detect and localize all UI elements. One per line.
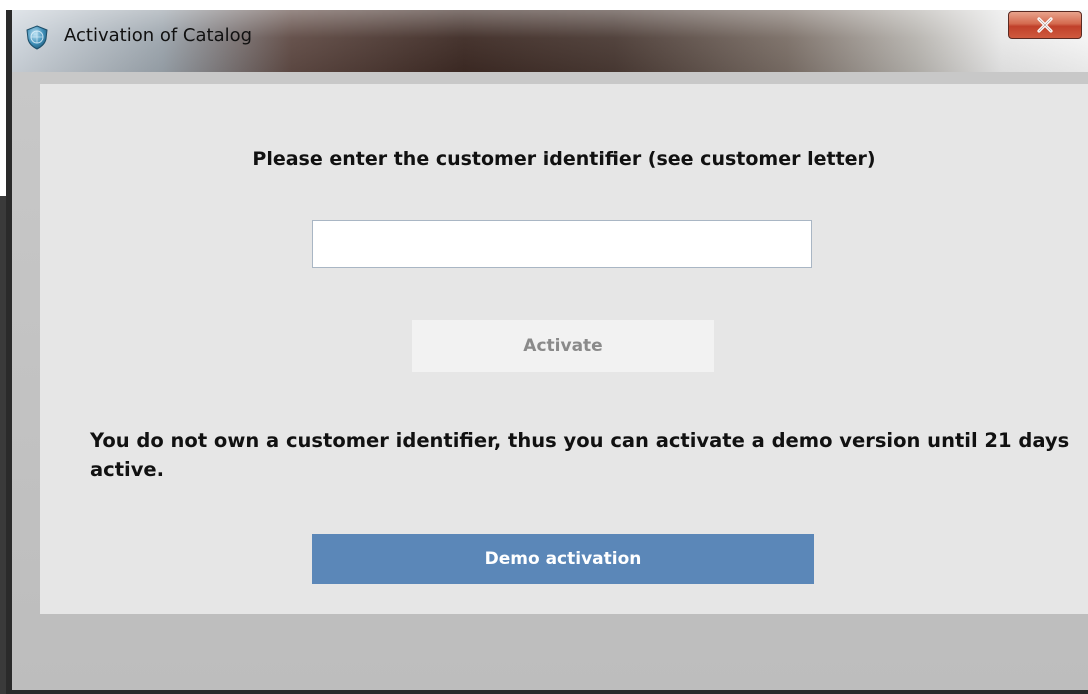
demo-activation-button[interactable]: Demo activation [312, 534, 814, 584]
identifier-prompt: Please enter the customer identifier (se… [252, 148, 876, 170]
close-icon [1037, 17, 1053, 33]
activate-button[interactable]: Activate [412, 320, 714, 372]
demo-info-text: You do not own a customer identifier, th… [90, 429, 1070, 481]
window-title: Activation of Catalog [64, 25, 253, 46]
title-bar[interactable]: Activation of Catalog [12, 10, 1088, 72]
shield-globe-icon [26, 25, 48, 50]
activation-window: Activation of Catalog Please enter the c… [6, 10, 1088, 694]
close-button[interactable] [1008, 11, 1082, 39]
customer-identifier-input[interactable] [312, 220, 812, 268]
dialog-content: Please enter the customer identifier (se… [40, 84, 1088, 614]
